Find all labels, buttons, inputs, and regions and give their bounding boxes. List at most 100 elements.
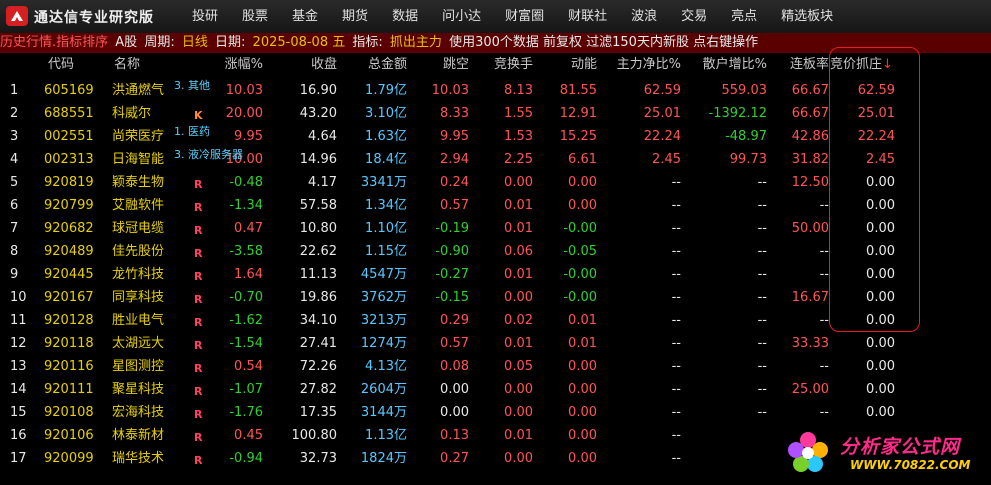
main-net-pct: -- — [671, 336, 681, 351]
total-amount: 3.10亿 — [365, 106, 407, 121]
momentum: -0.05 — [563, 244, 597, 259]
board-badge: R — [194, 408, 203, 421]
col-header-momentum[interactable]: 动能 — [571, 54, 597, 76]
col-header-auction-turnover[interactable]: 竞换手 — [494, 54, 533, 76]
auction-turnover: 0.01 — [504, 336, 533, 351]
menu-item-stocks[interactable]: 股票 — [230, 0, 280, 33]
table-row[interactable]: 2 688551 科威尔 20.00 43.20 3.10亿 8.33 1.55 12.91 25… — [0, 102, 991, 125]
table-header: 代码 名称 涨幅% 收盘 总金额 跳空 竞换手 动能 主力净比% 散户增比% 连… — [0, 54, 991, 76]
table-row[interactable]: 4 002313 日海智能 10.00 14.96 18.4亿 2.94 2.25 6.61 2.… — [0, 148, 991, 171]
menu-item-wave[interactable]: 波浪 — [619, 0, 669, 33]
menu-item-data[interactable]: 数据 — [380, 0, 430, 33]
stock-name: 同享科技 — [112, 290, 165, 305]
table-row[interactable]: 3 002551 尚荣医疗 9.95 4.64 1.63亿 9.95 1.53 15.25 22.… — [0, 125, 991, 148]
col-header-retail-change[interactable]: 散户增比% — [703, 54, 767, 76]
info-mode[interactable]: 历史行情.指标排序 — [0, 35, 108, 50]
board-badge: R — [194, 316, 203, 329]
gap-value: 0.08 — [440, 359, 469, 374]
momentum: 0.00 — [568, 382, 597, 397]
momentum: 0.01 — [568, 313, 597, 328]
main-net-pct: 25.01 — [643, 106, 681, 121]
table-row[interactable]: 13 920116 星图测控 0.54 72.26 4.13亿 0.08 0.05 0.00 --… — [0, 355, 991, 378]
col-header-main-net[interactable]: 主力净比% — [617, 54, 681, 76]
gap-value: 0.27 — [440, 451, 469, 466]
menu-item-highlights[interactable]: 亮点 — [719, 0, 769, 33]
limit-up-rate: -- — [819, 359, 829, 374]
gap-value: -0.19 — [435, 221, 469, 236]
stock-code: 920819 — [44, 175, 94, 190]
table-row[interactable]: 6 920799 艾融软件 -1.34 57.58 1.34亿 0.57 0.01 0.00 --… — [0, 194, 991, 217]
gap-value: 0.24 — [440, 175, 469, 190]
info-indicator-label: 指标: — [352, 35, 383, 50]
main-menu: 投研 股票 基金 期货 数据 问小达 财富圈 财联社 波浪 交易 亮点 精选板块 — [180, 0, 845, 33]
auction-catch: 0.00 — [866, 405, 895, 420]
total-amount: 18.4亿 — [365, 152, 407, 167]
stock-code: 920682 — [44, 221, 94, 236]
info-period-label: 周期: — [144, 35, 175, 50]
close-price: 14.96 — [299, 152, 337, 167]
row-index: 16 — [10, 428, 27, 443]
limit-up-rate: 25.00 — [791, 382, 829, 397]
retail-change-pct: -- — [757, 405, 767, 420]
table-row[interactable]: 9 920445 龙竹科技 1.64 11.13 4547万 -0.27 0.01 -0.00 -… — [0, 263, 991, 286]
app-logo-icon — [6, 6, 28, 26]
change-pct: -1.76 — [229, 405, 263, 420]
change-pct: 1.64 — [234, 267, 263, 282]
menu-item-futures[interactable]: 期货 — [330, 0, 380, 33]
close-price: 100.80 — [291, 428, 338, 443]
watermark-url: WWW.70822.COM — [850, 458, 971, 472]
table-row[interactable]: 15 920108 宏海科技 -1.76 17.35 3144万 0.00 0.00 0.00 -… — [0, 401, 991, 424]
limit-up-rate: 50.00 — [791, 221, 829, 236]
col-header-limit-rate[interactable]: 连板率 — [790, 54, 829, 76]
close-price: 4.17 — [308, 175, 337, 190]
info-period-value[interactable]: 日线 — [182, 35, 208, 50]
table-row[interactable]: 10 920167 同享科技 -0.70 19.86 3762万 -0.15 0.00 -0.0… — [0, 286, 991, 309]
row-index: 12 — [10, 336, 27, 351]
auction-turnover: 0.00 — [504, 175, 533, 190]
col-header-close[interactable]: 收盘 — [311, 54, 337, 76]
table-row[interactable]: 14 920111 聚星科技 -1.07 27.82 2604万 0.00 0.00 0.00 -… — [0, 378, 991, 401]
close-price: 34.10 — [299, 313, 337, 328]
menu-item-caifuquan[interactable]: 财富圈 — [493, 0, 556, 33]
table-row[interactable]: 1 605169 洪通燃气 10.03 16.90 1.79亿 10.03 8.13 81.55… — [0, 79, 991, 102]
watermark: 分析家公式网 WWW.70822.COM — [780, 428, 985, 482]
auction-turnover: 0.01 — [504, 198, 533, 213]
info-date-value[interactable]: 2025-08-08 五 — [253, 35, 346, 50]
col-header-amount[interactable]: 总金额 — [368, 54, 407, 76]
col-header-change[interactable]: 涨幅% — [225, 54, 263, 76]
col-header-name[interactable]: 名称 — [114, 54, 140, 76]
auction-turnover: 1.55 — [504, 106, 533, 121]
menu-item-trade[interactable]: 交易 — [669, 0, 719, 33]
table-row[interactable]: 8 920489 佳先股份 -3.58 22.62 1.15亿 -0.90 0.06 -0.05… — [0, 240, 991, 263]
stock-code: 688551 — [44, 106, 94, 121]
stock-name: 球冠电缆 — [112, 221, 165, 236]
gap-value: 0.00 — [440, 382, 469, 397]
auction-turnover: 0.00 — [504, 405, 533, 420]
limit-up-rate: 16.67 — [791, 290, 829, 305]
table-row[interactable]: 5 920819 颖泰生物 -0.48 4.17 3341万 0.24 0.00 0.00 -- -… — [0, 171, 991, 194]
table-row[interactable]: 12 920118 太湖远大 -1.54 27.41 1274万 0.57 0.01 0.01 -… — [0, 332, 991, 355]
menu-item-cailianshe[interactable]: 财联社 — [556, 0, 619, 33]
gap-value: 2.94 — [440, 152, 469, 167]
stock-name: 太湖远大 — [112, 336, 165, 351]
board-badge: R — [194, 454, 203, 467]
table-row[interactable]: 7 920682 球冠电缆 0.47 10.80 1.10亿 -0.19 0.01 -0.00 -… — [0, 217, 991, 240]
row-index: 3 — [10, 129, 19, 144]
momentum: 0.01 — [568, 336, 597, 351]
table-row[interactable]: 11 920128 胜业电气 -1.62 34.10 3213万 0.29 0.02 0.01 -… — [0, 309, 991, 332]
menu-item-funds[interactable]: 基金 — [280, 0, 330, 33]
info-market[interactable]: A股 — [115, 35, 137, 50]
menu-item-wenxiaoda[interactable]: 问小达 — [430, 0, 493, 33]
menu-item-featured-sectors[interactable]: 精选板块 — [769, 0, 845, 33]
col-header-code[interactable]: 代码 — [48, 54, 74, 76]
col-header-auction-catch[interactable]: 竞价抓庄↓ — [830, 54, 893, 76]
stock-code: 605169 — [44, 83, 94, 98]
col-header-gap[interactable]: 跳空 — [443, 54, 469, 76]
info-indicator-value[interactable]: 抓出主力 — [390, 35, 442, 50]
board-badge: R — [194, 431, 203, 444]
gap-value: -0.27 — [435, 267, 469, 282]
auction-catch: 0.00 — [866, 244, 895, 259]
close-price: 22.62 — [299, 244, 337, 259]
menu-item-touyan[interactable]: 投研 — [180, 0, 230, 33]
auction-turnover: 0.01 — [504, 221, 533, 236]
